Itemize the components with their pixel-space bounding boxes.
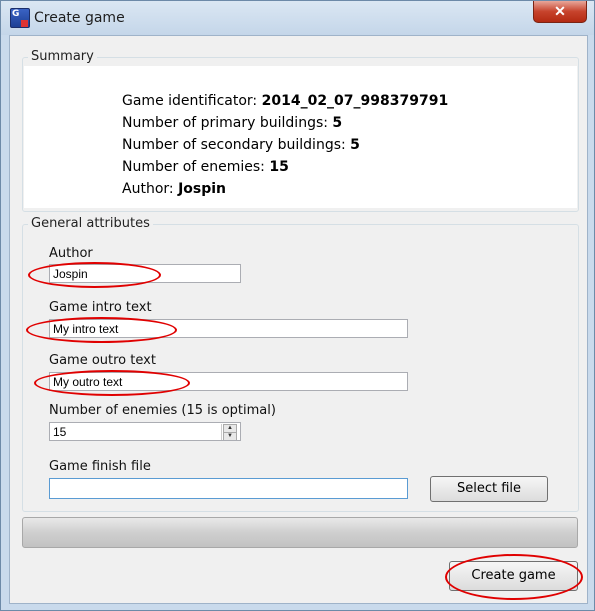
title-bar[interactable]: G Create game ✕ (1, 1, 594, 35)
finish-file-label: Game finish file (49, 459, 151, 474)
select-file-button[interactable]: Select file (430, 476, 548, 502)
author-input[interactable]: Jospin (49, 264, 241, 283)
author-label: Author (49, 246, 93, 261)
summary-primary-buildings-value: 5 (332, 115, 343, 131)
intro-text-label: Game intro text (49, 300, 152, 315)
summary-author: Author: Jospin (122, 181, 226, 197)
summary-game-id-label: Game identificator: (122, 93, 262, 109)
dialog-body: Summary Game identificator: 2014_02_07_9… (9, 35, 588, 604)
enemies-count-stepper[interactable]: 15 ▲ ▼ (49, 422, 241, 441)
summary-enemies-value: 15 (269, 159, 289, 175)
enemies-count-label: Number of enemies (15 is optimal) (49, 403, 276, 418)
summary-group-title: Summary (28, 49, 97, 64)
summary-enemies-label: Number of enemies: (122, 159, 270, 175)
finish-file-input[interactable] (49, 478, 408, 499)
summary-panel: Game identificator: 2014_02_07_998379791… (24, 66, 577, 208)
summary-author-label: Author: (122, 181, 179, 197)
create-game-button[interactable]: Create game (449, 561, 578, 591)
summary-secondary-buildings-label: Number of secondary buildings: (122, 137, 351, 153)
summary-game-id-value: 2014_02_07_998379791 (261, 93, 449, 109)
outro-text-label: Game outro text (49, 353, 156, 368)
spin-down-arrow-icon[interactable]: ▼ (223, 432, 237, 440)
enemies-count-spin: ▲ ▼ (221, 424, 237, 440)
summary-secondary-buildings-value: 5 (350, 137, 360, 153)
summary-primary-buildings: Number of primary buildings: 5 (122, 115, 342, 131)
window-title: Create game (34, 10, 125, 26)
summary-secondary-buildings: Number of secondary buildings: 5 (122, 137, 360, 153)
summary-game-id: Game identificator: 2014_02_07_998379791 (122, 93, 448, 109)
app-icon: G (10, 8, 30, 28)
enemies-count-value: 15 (53, 425, 67, 439)
intro-text-input[interactable]: My intro text (49, 319, 408, 338)
create-game-window: G Create game ✕ Summary Game identificat… (0, 0, 595, 611)
summary-author-value: Jospin (178, 181, 227, 197)
outro-text-input[interactable]: My outro text (49, 372, 408, 391)
progress-bar (22, 517, 578, 548)
close-button[interactable]: ✕ (533, 1, 587, 23)
summary-primary-buildings-label: Number of primary buildings: (122, 115, 333, 131)
summary-enemies: Number of enemies: 15 (122, 159, 289, 175)
general-attributes-title: General attributes (28, 216, 153, 231)
